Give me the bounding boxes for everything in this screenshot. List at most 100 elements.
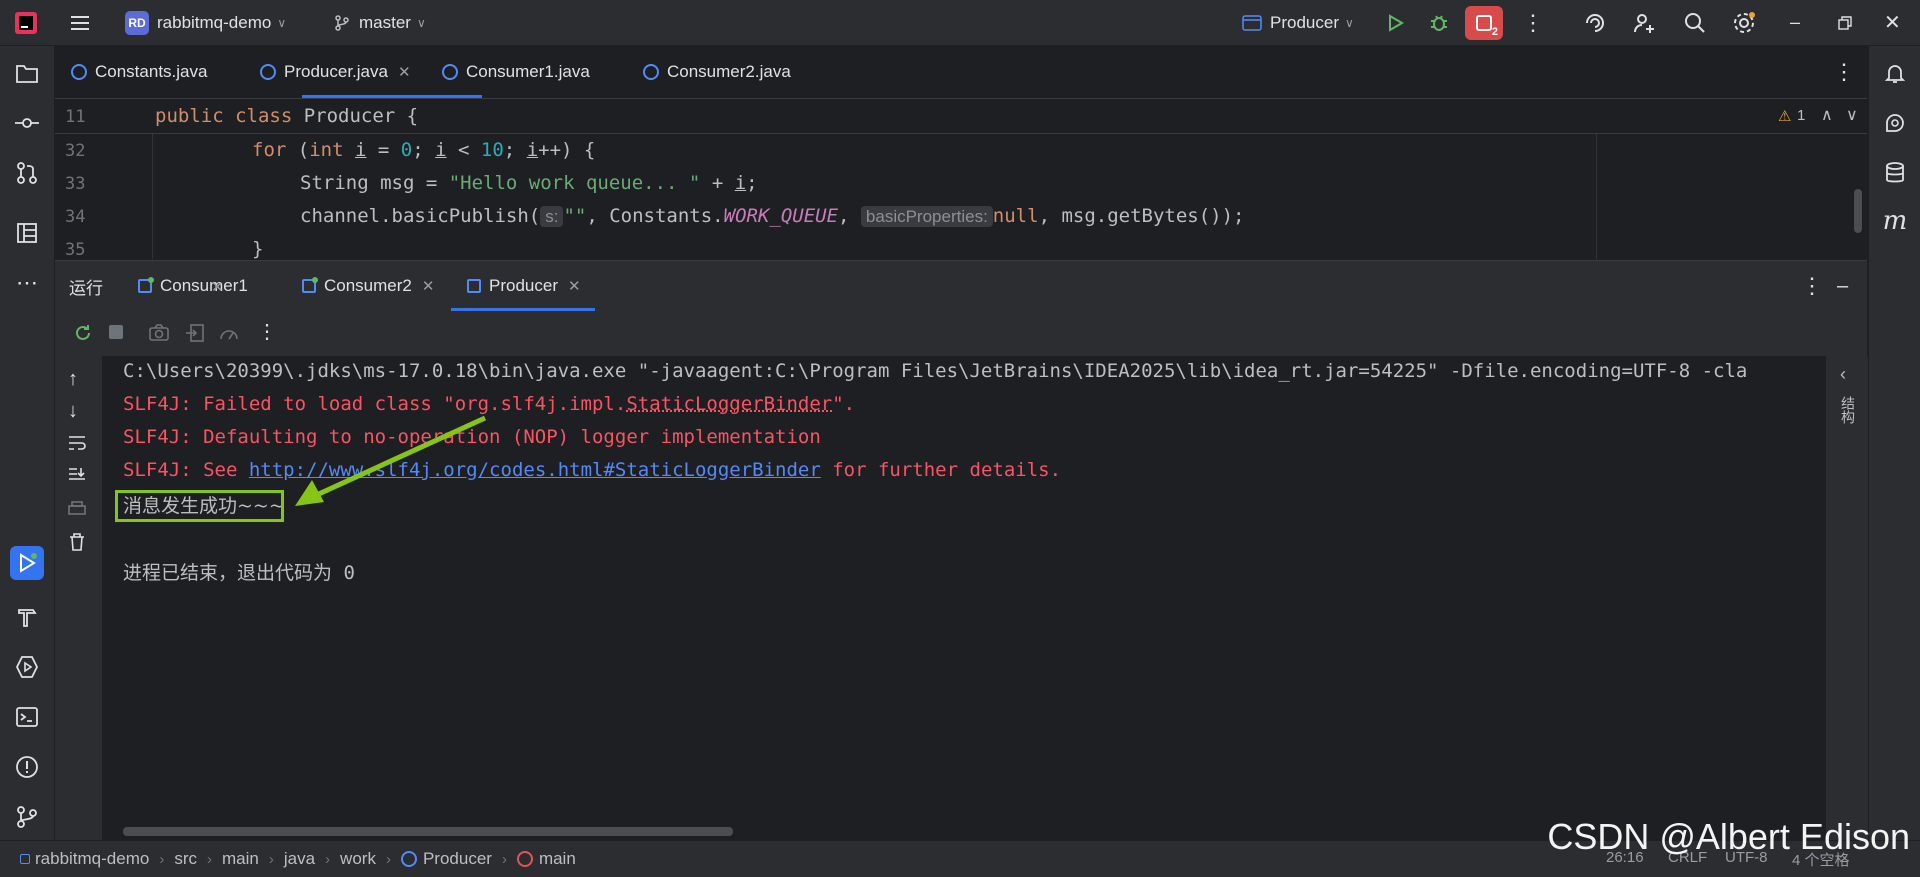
more-options-icon[interactable]: ⋮ (257, 319, 277, 344)
print-icon[interactable] (67, 500, 87, 518)
console-side-toolbar: ↑ ↓ (55, 356, 103, 840)
run-options-icon[interactable]: ⋮ (1801, 261, 1823, 311)
run-tool-icon[interactable] (10, 546, 44, 580)
arrow-up-icon[interactable]: ↑ (68, 368, 78, 391)
commit-icon[interactable] (12, 108, 42, 138)
tab-label: Consumer2 (324, 276, 412, 295)
minimize-icon[interactable]: – (1790, 0, 1800, 45)
chevron-down-icon: ∨ (277, 15, 287, 30)
editor-tab-bar: Constants.java Producer.java ✕ Consumer1… (55, 46, 1867, 99)
restore-icon[interactable] (1838, 0, 1852, 45)
structure-side-label[interactable]: 结构 (1838, 396, 1858, 424)
stop-icon[interactable] (109, 325, 123, 339)
breadcrumb-java[interactable]: java (284, 849, 315, 869)
close-tab-icon[interactable]: ✕ (568, 277, 581, 295)
run-config-selector[interactable]: Producer ∨ (1242, 0, 1354, 45)
hide-panel-icon[interactable]: – (1837, 261, 1848, 311)
main-menu-icon[interactable] (68, 0, 92, 45)
watermark: CSDN @Albert Edison (1547, 816, 1910, 857)
tab-label: Producer.java (284, 62, 388, 81)
run-config-icon (138, 277, 154, 293)
breadcrumb-separator-icon: › (207, 850, 212, 868)
run-tab-producer[interactable]: Producer ✕ (467, 261, 581, 311)
breadcrumb-src[interactable]: src (174, 849, 197, 869)
run-tab-consumer1[interactable]: Consumer1 (138, 261, 248, 311)
branch-icon (335, 14, 349, 31)
tab-options-icon[interactable]: ⋮ (1833, 46, 1855, 98)
console-line-exit-code: 进程已结束，退出代码为 0 (123, 562, 355, 584)
arrow-down-icon[interactable]: ↓ (68, 400, 78, 423)
close-tab-icon[interactable]: ✕ (422, 277, 435, 295)
soft-wrap-icon[interactable] (67, 434, 87, 452)
services-icon[interactable] (12, 652, 42, 682)
line-number: 35 (65, 240, 86, 260)
import-icon[interactable] (185, 323, 205, 343)
camera-icon[interactable] (148, 323, 170, 343)
title-bar: RD rabbitmq-demo ∨ master ∨ Producer ∨ 2… (0, 0, 1920, 46)
tab-label: Constants.java (95, 62, 208, 81)
run-tab-consumer2[interactable]: Consumer2 ✕ (302, 261, 434, 311)
line-number: 34 (65, 207, 86, 227)
debug-button[interactable] (1428, 0, 1450, 45)
line-number: 11 (65, 107, 86, 127)
build-hammer-icon[interactable] (12, 602, 42, 632)
add-user-icon[interactable] (1632, 0, 1656, 45)
module-icon (20, 854, 30, 864)
project-selector[interactable]: RD rabbitmq-demo ∨ (125, 0, 286, 45)
maven-icon[interactable]: m (1880, 206, 1910, 236)
git-icon[interactable] (12, 802, 42, 832)
class-icon (400, 851, 417, 867)
trash-icon[interactable] (68, 532, 86, 552)
breadcrumb-work[interactable]: work (340, 849, 376, 869)
close-tab-icon[interactable]: ✕ (398, 63, 411, 81)
close-icon[interactable]: ✕ (1884, 0, 1901, 45)
breadcrumb-separator-icon: › (159, 850, 165, 868)
warning-icon[interactable]: ⚠ (1778, 107, 1791, 125)
chevron-left-icon[interactable]: ‹ (1840, 364, 1846, 385)
tab-consumer2-java[interactable]: Consumer2.java (643, 46, 791, 98)
breadcrumb-main[interactable]: main (222, 849, 259, 869)
prev-highlight-icon[interactable]: ∧ (1821, 105, 1833, 125)
tab-producer-java[interactable]: Producer.java ✕ (260, 46, 411, 98)
breadcrumb-separator-icon: › (385, 850, 391, 868)
problems-icon[interactable] (12, 752, 42, 782)
stop-button[interactable]: 2 (1465, 0, 1503, 45)
editor-scrollbar[interactable] (1854, 189, 1862, 233)
gauge-icon[interactable] (218, 323, 240, 343)
bug-icon (1431, 14, 1447, 31)
run-button[interactable] (1384, 0, 1406, 45)
more-actions-icon[interactable]: ⋮ (1522, 0, 1544, 45)
code-line-33: String msg = "Hello work queue... " + i; (300, 172, 758, 194)
structure-icon[interactable] (12, 218, 42, 248)
ai-chat-icon[interactable] (1880, 108, 1910, 138)
method-icon (516, 851, 533, 867)
breadcrumb-producer[interactable]: Producer (423, 849, 492, 869)
console-horizontal-scrollbar[interactable] (123, 827, 733, 836)
project-folder-icon[interactable] (12, 58, 42, 88)
code-editor[interactable]: 11 public class Producer { ⚠ 1 ∧ ∨ 32 fo… (55, 99, 1867, 260)
left-tool-strip: ⋯ (0, 46, 55, 840)
tab-constants-java[interactable]: Constants.java (71, 46, 207, 98)
terminal-icon[interactable] (12, 702, 42, 732)
indent-guide (152, 133, 153, 259)
sticky-scroll-line[interactable]: 11 public class Producer { ⚠ 1 ∧ ∨ (55, 99, 1867, 134)
breadcrumb-separator-icon: › (325, 850, 331, 868)
tab-label: Consumer2.java (667, 62, 791, 81)
tab-consumer1-java[interactable]: Consumer1.java (442, 46, 590, 98)
app-logo-icon[interactable] (14, 0, 38, 45)
close-tab-icon[interactable]: ✕ (211, 278, 224, 296)
pull-requests-icon[interactable] (12, 158, 42, 188)
settings-gear-icon[interactable] (1732, 0, 1756, 45)
next-highlight-icon[interactable]: ∨ (1846, 105, 1858, 125)
branch-selector[interactable]: master ∨ (333, 0, 426, 45)
rerun-icon[interactable] (73, 323, 93, 343)
notifications-bell-icon[interactable] (1880, 58, 1910, 88)
more-tools-icon[interactable]: ⋯ (12, 268, 42, 298)
search-icon[interactable] (1683, 0, 1707, 45)
ai-assistant-icon[interactable] (1583, 0, 1607, 45)
scroll-to-end-icon[interactable] (67, 466, 87, 484)
database-icon[interactable] (1880, 158, 1910, 188)
breadcrumb-main-method[interactable]: main (539, 849, 576, 869)
tab-label: Producer (489, 276, 558, 295)
breadcrumb-project[interactable]: rabbitmq-demo (35, 849, 149, 869)
